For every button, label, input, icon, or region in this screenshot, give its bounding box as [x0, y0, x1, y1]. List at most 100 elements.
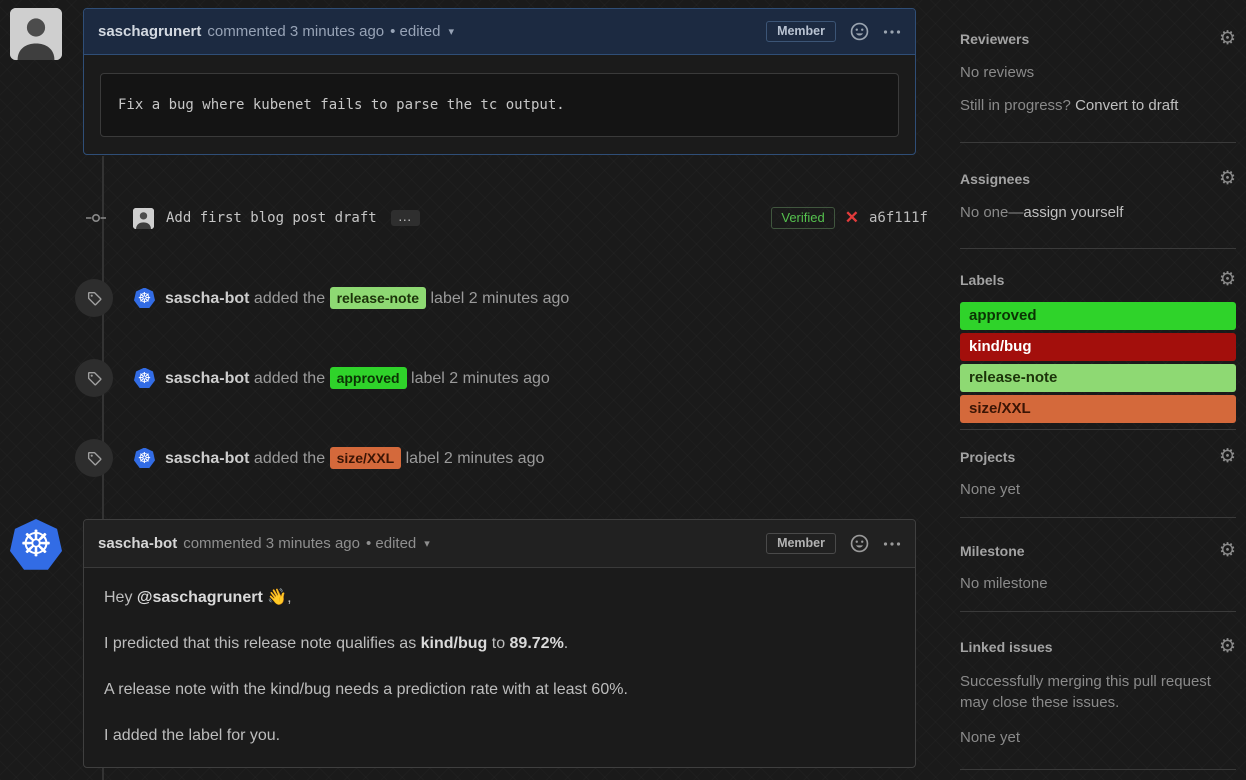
- edited-indicator[interactable]: • edited: [366, 535, 416, 552]
- milestone-title: Milestone: [960, 543, 1025, 559]
- smiley-icon: [850, 22, 869, 41]
- event-actor[interactable]: sascha-bot: [165, 450, 249, 467]
- event-actor[interactable]: sascha-bot: [165, 290, 249, 307]
- verified-badge[interactable]: Verified: [771, 207, 834, 229]
- comment-timestamp[interactable]: commented 3 minutes ago: [207, 23, 384, 40]
- assign-yourself-link[interactable]: assign yourself: [1023, 204, 1123, 221]
- gear-icon[interactable]: ⚙: [1219, 637, 1236, 656]
- commit-event: Add first blog post draft … Verified ✕ a…: [10, 200, 940, 236]
- member-badge: Member: [766, 21, 836, 42]
- gear-icon[interactable]: ⚙: [1219, 447, 1236, 466]
- projects-title: Projects: [960, 449, 1015, 465]
- sidebar: Reviewers ⚙ No reviews Still in progress…: [960, 0, 1236, 770]
- kebab-horizontal-icon: [883, 29, 901, 35]
- projects-empty: None yet: [960, 481, 1236, 498]
- tag-icon: [75, 279, 113, 317]
- comment-body: Fix a bug where kubenet fails to parse t…: [84, 73, 915, 137]
- edited-indicator[interactable]: • edited: [390, 23, 440, 40]
- status-failed-x-icon[interactable]: ✕: [845, 208, 859, 228]
- wave-emoji-icon: 👋: [267, 589, 287, 606]
- comment-header: saschagrunert commented 3 minutes ago • …: [84, 9, 915, 55]
- comment-header: sascha-bot commented 3 minutes ago • edi…: [84, 520, 915, 568]
- chevron-down-icon[interactable]: ▾: [424, 537, 430, 550]
- label-event-approved: ☸ sascha-bot added the approved label 2 …: [10, 358, 940, 398]
- event-action: added the: [254, 370, 325, 387]
- bot-comment: sascha-bot commented 3 minutes ago • edi…: [83, 519, 916, 768]
- event-actor[interactable]: sascha-bot: [165, 370, 249, 387]
- label-chip-size-xxl[interactable]: size/XXL: [330, 447, 402, 469]
- avatar-sascha-bot[interactable]: ☸: [134, 448, 155, 469]
- comment-body: Hey @saschagrunert 👋, I predicted that t…: [84, 568, 915, 780]
- reviewers-section: Reviewers ⚙ No reviews Still in progress…: [960, 0, 1236, 143]
- tag-icon: [75, 439, 113, 477]
- comment-author[interactable]: saschagrunert: [98, 23, 201, 40]
- labels-title: Labels: [960, 272, 1004, 288]
- comment-author[interactable]: sascha-bot: [98, 535, 177, 552]
- milestone-empty: No milestone: [960, 575, 1236, 592]
- gear-icon[interactable]: ⚙: [1219, 270, 1236, 289]
- kebab-menu-button[interactable]: [883, 541, 901, 547]
- reviewers-title: Reviewers: [960, 31, 1029, 47]
- chevron-down-icon[interactable]: ▾: [448, 25, 454, 38]
- reviewers-empty: No reviews: [960, 64, 1236, 81]
- hint-text: Still in progress?: [960, 97, 1075, 114]
- greeting-comma: ,: [287, 589, 291, 606]
- kubernetes-wheel-icon: ☸: [138, 371, 151, 386]
- commit-message[interactable]: Add first blog post draft: [166, 210, 377, 226]
- commit-expand-button[interactable]: …: [391, 210, 420, 226]
- sidebar-label-kind-bug[interactable]: kind/bug: [960, 333, 1236, 361]
- event-text: sascha-bot added the size/XXL label 2 mi…: [165, 447, 544, 469]
- commit-author-avatar[interactable]: [133, 208, 154, 229]
- avatar-sascha-bot-large[interactable]: ☸: [10, 519, 62, 571]
- gear-icon[interactable]: ⚙: [1219, 169, 1236, 188]
- prediction-text: I predicted that this release note quali…: [104, 635, 421, 652]
- closing-paragraph: I added the label for you.: [104, 726, 895, 746]
- assignees-empty-text: No one—: [960, 204, 1023, 221]
- pr-description-comment: saschagrunert commented 3 minutes ago • …: [83, 8, 916, 155]
- label-chip-approved[interactable]: approved: [330, 367, 407, 389]
- release-note-code-block: Fix a bug where kubenet fails to parse t…: [100, 73, 899, 137]
- event-action: added the: [254, 290, 325, 307]
- smiley-icon: [850, 534, 869, 553]
- pull-request-page: saschagrunert commented 3 minutes ago • …: [0, 0, 1246, 780]
- member-badge: Member: [766, 533, 836, 554]
- kubernetes-wheel-icon: ☸: [138, 451, 151, 466]
- label-chip-release-note[interactable]: release-note: [330, 287, 426, 309]
- convert-to-draft-link[interactable]: Convert to draft: [1075, 97, 1178, 114]
- emoji-reaction-button[interactable]: [850, 22, 869, 41]
- avatar-saschagrunert[interactable]: [10, 8, 62, 60]
- event-suffix: label 2 minutes ago: [406, 450, 545, 467]
- milestone-section: Milestone ⚙ No milestone: [960, 518, 1236, 612]
- event-text: sascha-bot added the approved label 2 mi…: [165, 367, 550, 389]
- greeting-text: Hey: [104, 589, 137, 606]
- labels-section: Labels ⚙ approved kind/bug release-note …: [960, 249, 1236, 430]
- sidebar-label-release-note[interactable]: release-note: [960, 364, 1236, 392]
- comment-timestamp[interactable]: commented 3 minutes ago: [183, 535, 360, 552]
- rule-paragraph: A release note with the kind/bug needs a…: [104, 680, 895, 700]
- reviewers-hint: Still in progress? Convert to draft: [960, 97, 1236, 114]
- commit-sha[interactable]: a6f111f: [869, 210, 928, 226]
- avatar-sascha-bot[interactable]: ☸: [134, 288, 155, 309]
- kubernetes-wheel-icon: ☸: [20, 527, 52, 563]
- avatar-sascha-bot[interactable]: ☸: [134, 368, 155, 389]
- event-text: sascha-bot added the release-note label …: [165, 287, 569, 309]
- percentage-bold: 89.72%: [510, 635, 564, 652]
- prediction-mid: to: [487, 635, 509, 652]
- greeting-paragraph: Hey @saschagrunert 👋,: [104, 588, 895, 608]
- git-commit-icon: [86, 211, 106, 225]
- gear-icon[interactable]: ⚙: [1219, 29, 1236, 48]
- linked-issues-section: Linked issues ⚙ Successfully merging thi…: [960, 612, 1236, 770]
- projects-section: Projects ⚙ None yet: [960, 430, 1236, 518]
- mention-link[interactable]: @saschagrunert: [137, 589, 263, 606]
- sidebar-label-size-xxl[interactable]: size/XXL: [960, 395, 1236, 423]
- person-photo-icon: [10, 8, 62, 60]
- kebab-menu-button[interactable]: [883, 29, 901, 35]
- emoji-reaction-button[interactable]: [850, 534, 869, 553]
- tag-icon: [75, 359, 113, 397]
- kebab-horizontal-icon: [883, 541, 901, 547]
- linked-issues-empty: None yet: [960, 729, 1236, 746]
- sidebar-label-approved[interactable]: approved: [960, 302, 1236, 330]
- assignees-section: Assignees ⚙ No one—assign yourself: [960, 143, 1236, 249]
- prediction-paragraph: I predicted that this release note quali…: [104, 634, 895, 654]
- gear-icon[interactable]: ⚙: [1219, 541, 1236, 560]
